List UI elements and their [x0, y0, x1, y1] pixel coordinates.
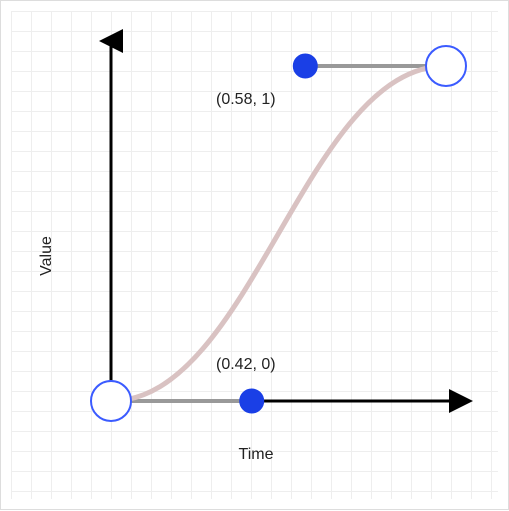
bezier-curve [111, 66, 446, 401]
chart-svg [1, 1, 509, 511]
y-axis-label: Value [38, 236, 56, 276]
bezier-chart: Value Time (0.42, 0) (0.58, 1) [0, 0, 509, 510]
control-point-p1[interactable] [240, 389, 264, 413]
control-point-p2[interactable] [293, 54, 317, 78]
control-point-p2-label: (0.58, 1) [216, 91, 276, 109]
endpoint-p3[interactable] [426, 46, 466, 86]
x-axis-label: Time [239, 446, 274, 464]
control-point-p1-label: (0.42, 0) [216, 356, 276, 374]
endpoint-p0[interactable] [91, 381, 131, 421]
